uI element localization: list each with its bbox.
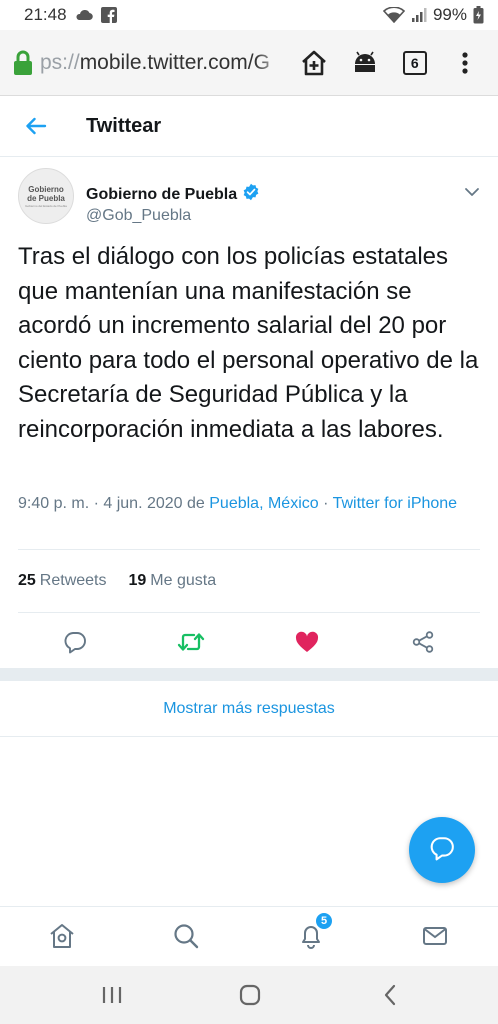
tweet-place-link[interactable]: Puebla, México [209, 495, 318, 512]
retweets-stat[interactable]: 25 Retweets [18, 572, 107, 590]
chevron-down-icon[interactable] [460, 180, 484, 204]
show-more-replies-link[interactable]: Mostrar más respuestas [0, 681, 498, 737]
tabs-button[interactable]: 6 [394, 41, 436, 85]
page-title: Twittear [86, 114, 162, 137]
section-separator [0, 668, 498, 681]
meta-from: de [182, 495, 210, 512]
home-circle-icon[interactable] [237, 982, 263, 1008]
status-time: 21:48 [24, 5, 67, 24]
likes-label: Me gusta [150, 572, 217, 589]
status-right: 99% [382, 5, 484, 25]
notifications-bell-icon[interactable]: 5 [296, 912, 333, 951]
author-handle[interactable]: @Gob_Puebla [86, 207, 191, 225]
author-name-text: Gobierno de Puebla [86, 185, 238, 203]
verified-badge-icon [242, 183, 260, 206]
avatar-text-line2: de Puebla [27, 193, 65, 203]
url-text: mobile.twitter.com/G [79, 50, 270, 74]
tweet-date: 4 jun. 2020 [103, 495, 183, 512]
tweet-stats: 25 Retweets 19 Me gusta [18, 572, 216, 590]
divider [18, 549, 480, 550]
retweets-count: 25 [18, 572, 36, 589]
meta-separator: · [318, 495, 333, 512]
more-vert-icon[interactable] [444, 41, 486, 85]
home-icon[interactable] [47, 921, 77, 951]
meta-separator: · [89, 495, 104, 512]
battery-icon [473, 6, 484, 24]
author-name[interactable]: Gobierno de Puebla [86, 183, 260, 206]
url-bar[interactable]: ps://mobile.twitter.com/G [40, 50, 286, 75]
retweets-label: Retweets [39, 572, 107, 589]
back-arrow-icon[interactable] [22, 112, 50, 140]
bottom-nav: 5 [0, 906, 498, 966]
compose-button[interactable] [409, 817, 475, 883]
reply-icon[interactable] [59, 626, 91, 658]
divider [18, 612, 480, 613]
tweet-source-link[interactable]: Twitter for iPhone [333, 495, 458, 512]
back-chevron-icon[interactable] [377, 982, 403, 1008]
tweet-actions [0, 622, 498, 662]
avatar-small-text: Gobierno del Estado de Puebla [25, 203, 67, 208]
android-icon[interactable] [344, 41, 386, 85]
lock-icon[interactable] [12, 50, 34, 76]
status-bar: 21:48 99% [0, 0, 498, 30]
search-icon[interactable] [171, 921, 201, 951]
battery-percent: 99% [432, 5, 467, 24]
tab-count: 6 [402, 50, 427, 75]
cloud-icon [75, 9, 93, 21]
avatar[interactable]: Gobierno de Puebla Gobierno del Estado d… [18, 168, 74, 224]
home-add-icon[interactable] [293, 41, 335, 85]
likes-stat[interactable]: 19 Me gusta [129, 572, 217, 590]
like-heart-icon[interactable] [291, 626, 323, 658]
retweet-icon[interactable] [175, 626, 207, 658]
signal-icon [411, 7, 427, 23]
status-left: 21:48 [24, 5, 117, 25]
tweet-author: Gobierno de Puebla Gobierno del Estado d… [18, 168, 484, 228]
system-navigation-bar [0, 966, 498, 1024]
compose-reply-icon [429, 835, 455, 866]
tweet-text: Tras el diálogo con los policías estatal… [18, 243, 479, 443]
wifi-icon [382, 7, 405, 23]
messages-envelope-icon[interactable] [420, 921, 450, 951]
page-header: Twittear [0, 96, 498, 157]
share-icon[interactable] [407, 626, 439, 658]
likes-count: 19 [128, 572, 147, 589]
notifications-badge: 5 [315, 912, 333, 930]
tweet-meta: 9:40 p. m. · 4 jun. 2020 de Puebla, Méxi… [18, 492, 480, 515]
tweet-time: 9:40 p. m. [18, 495, 90, 512]
recent-apps-icon[interactable] [99, 982, 125, 1008]
url-scheme: ps:// [40, 50, 80, 74]
facebook-icon [100, 7, 117, 23]
avatar-text-line1: Gobierno [28, 184, 64, 194]
browser-toolbar: ps://mobile.twitter.com/G 6 [0, 30, 498, 96]
